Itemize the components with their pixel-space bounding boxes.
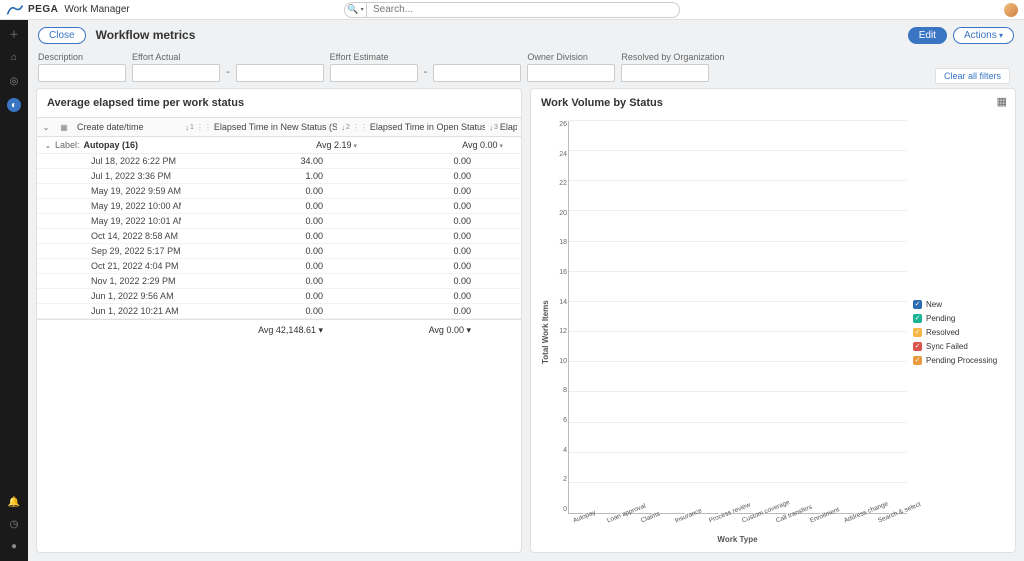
dashboard-icon[interactable]: ◐ xyxy=(7,98,21,112)
table-row[interactable]: Jul 1, 2022 3:36 PM1.000.00 xyxy=(37,169,521,184)
table-row[interactable]: Sep 29, 2022 5:17 PM0.000.00 xyxy=(37,244,521,259)
legend-swatch[interactable] xyxy=(913,328,922,337)
col-new[interactable]: ↓1⋮⋮Elapsed Time in New Status (Seconds) xyxy=(181,118,337,136)
avatar[interactable] xyxy=(1004,3,1018,17)
close-button[interactable]: Close xyxy=(38,27,86,44)
x-axis-label: Work Type xyxy=(568,535,907,544)
more-icon[interactable]: ● xyxy=(7,539,21,553)
filter-label: Effort Estimate xyxy=(330,52,418,62)
table-row[interactable]: Nov 1, 2022 2:29 PM0.000.00 xyxy=(37,274,521,289)
legend-swatch[interactable] xyxy=(913,300,922,309)
table-row[interactable]: Jun 1, 2022 9:56 AM0.000.00 xyxy=(37,289,521,304)
bell-icon[interactable]: 🔔 xyxy=(7,495,21,509)
recent-icon[interactable]: ◷ xyxy=(7,517,21,531)
footer-avg-new[interactable]: Avg 42,148.61 xyxy=(258,325,316,335)
filter-label: Resolved by Organization xyxy=(621,52,724,62)
effort-actual-min[interactable] xyxy=(132,64,220,82)
table-row[interactable]: May 19, 2022 10:00 AM0.000.00 xyxy=(37,199,521,214)
collapse-all-icon[interactable]: ⌄ xyxy=(43,123,50,132)
effort-estimate-min[interactable] xyxy=(330,64,418,82)
effort-estimate-max[interactable] xyxy=(433,64,521,82)
chevron-down-icon[interactable]: ⌄ xyxy=(41,141,55,150)
group-row[interactable]: ⌄ Label: Autopay (16) Avg 2.19 Avg 0.00 xyxy=(37,137,521,154)
legend-swatch[interactable] xyxy=(913,314,922,323)
left-card-title: Average elapsed time per work status xyxy=(37,89,521,117)
filter-label: Owner Division xyxy=(527,52,615,62)
actions-button[interactable]: Actions xyxy=(953,27,1014,44)
description-input[interactable] xyxy=(38,64,126,82)
edit-button[interactable]: Edit xyxy=(908,27,947,44)
footer-avg-open[interactable]: Avg 0.00 xyxy=(429,325,464,335)
explore-icon[interactable]: ◎ xyxy=(7,74,21,88)
legend-swatch[interactable] xyxy=(913,342,922,351)
columns-icon[interactable]: ▦ xyxy=(60,123,68,132)
col-next[interactable]: ↓3Elapsed Ti xyxy=(485,118,517,136)
table-row[interactable]: May 19, 2022 10:01 AM0.000.00 xyxy=(37,214,521,229)
resolved-org-input[interactable] xyxy=(621,64,709,82)
create-icon[interactable]: ＋ xyxy=(7,26,21,40)
table-row[interactable]: Oct 21, 2022 4:04 PM0.000.00 xyxy=(37,259,521,274)
table-row[interactable]: May 19, 2022 9:59 AM0.000.00 xyxy=(37,184,521,199)
effort-actual-max[interactable] xyxy=(236,64,324,82)
legend-swatch[interactable] xyxy=(913,356,922,365)
filter-label: Effort Actual xyxy=(132,52,220,62)
y-axis-label: Total Work Items xyxy=(539,121,552,544)
clear-filters-button[interactable]: Clear all filters xyxy=(935,68,1010,84)
calendar-icon[interactable]: ▦ xyxy=(997,95,1007,108)
home-icon[interactable]: ⌂ xyxy=(7,50,21,64)
app-name: Work Manager xyxy=(64,4,129,15)
page-title: Workflow metrics xyxy=(96,28,196,42)
filter-label: Description xyxy=(38,52,126,62)
table-row[interactable]: Jun 1, 2022 10:21 AM0.000.00 xyxy=(37,304,521,319)
pega-logo: PEGA xyxy=(6,4,58,16)
right-card-title: Work Volume by Status xyxy=(531,89,1015,117)
table-row[interactable]: Oct 14, 2022 8:58 AM0.000.00 xyxy=(37,229,521,244)
group-avg-open[interactable]: Avg 0.00 xyxy=(377,140,517,150)
group-avg-new[interactable]: Avg 2.19 xyxy=(227,140,367,150)
col-date[interactable]: Create date/time xyxy=(73,118,181,136)
owner-division-input[interactable] xyxy=(527,64,615,82)
table-footer: Avg 42,148.61 ▾ Avg 0.00 ▾ xyxy=(37,319,521,341)
search-icon[interactable]: 🔍▾ xyxy=(344,2,366,18)
table-header: ⌄ ▦ Create date/time ↓1⋮⋮Elapsed Time in… xyxy=(37,117,521,137)
search-input[interactable] xyxy=(366,2,680,18)
col-open[interactable]: ↓2⋮⋮Elapsed Time in Open Status (Seconds… xyxy=(337,118,485,136)
chart-legend: New Pending Resolved Sync Failed Pending… xyxy=(907,121,1007,544)
table-row[interactable]: Jul 18, 2022 6:22 PM34.000.00 xyxy=(37,154,521,169)
